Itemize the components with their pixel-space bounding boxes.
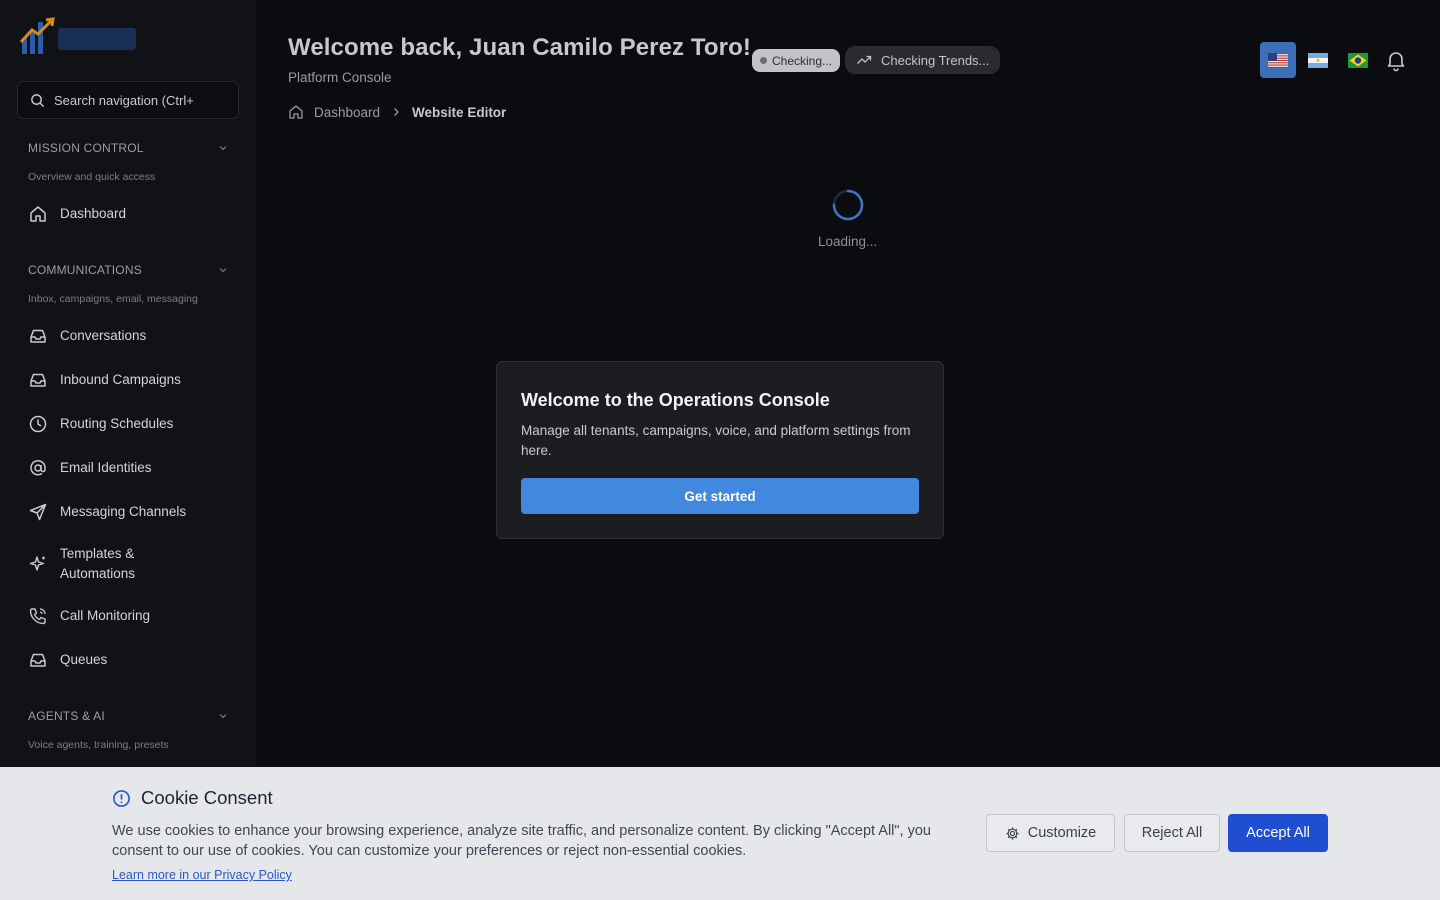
page-title: Welcome back, Juan Camilo Perez Toro!	[288, 34, 751, 61]
send-icon	[29, 503, 47, 521]
chevron-down-icon	[219, 146, 227, 151]
cookie-consent-banner: Cookie Consent We use cookies to enhance…	[0, 767, 1440, 900]
privacy-policy-link[interactable]: Learn more in our Privacy Policy	[112, 868, 292, 882]
sidebar-item-email-identities[interactable]: Email Identities	[28, 458, 238, 478]
status-badge-label: Checking...	[772, 53, 833, 68]
inbox-icon	[30, 373, 46, 387]
trends-badge-label: Checking Trends...	[881, 52, 990, 68]
sidebar-item-label: Inbound Campaigns	[60, 372, 181, 387]
brand-logo-icon[interactable]	[18, 16, 140, 60]
sidebar-item-label: Conversations	[60, 328, 147, 343]
section-header-mission-control[interactable]: MISSION CONTROL	[28, 141, 228, 155]
chevron-right-icon	[394, 108, 399, 116]
welcome-modal: Welcome to the Operations Console Manage…	[496, 361, 944, 539]
status-badge: Checking...	[752, 49, 841, 72]
argentina-flag-icon	[1308, 52, 1328, 68]
reject-all-button[interactable]: Reject All	[1124, 814, 1220, 852]
home-icon[interactable]	[288, 104, 304, 120]
sidebar-item-label: Queues	[60, 652, 108, 667]
breadcrumb: Dashboard Website Editor	[288, 104, 506, 120]
customize-button[interactable]: Customize	[986, 814, 1115, 852]
modal-title: Welcome to the Operations Console	[521, 390, 830, 410]
home-icon	[30, 206, 46, 222]
sidebar-item-templates-automations[interactable]: Templates & Automations	[28, 544, 238, 584]
section-subtitle: Voice agents, training, presets	[28, 739, 169, 751]
us-flag-icon	[1268, 52, 1288, 68]
sparkles-icon	[29, 556, 45, 571]
sidebar-item-label: Templates & Automations	[60, 546, 136, 581]
search-icon	[31, 93, 45, 107]
gear-icon	[1006, 826, 1019, 840]
cookie-text: We use cookies to enhance your browsing …	[112, 823, 931, 859]
trending-up-icon	[857, 55, 872, 64]
language-es-ar-button[interactable]	[1300, 42, 1336, 78]
sidebar-item-label: Routing Schedules	[60, 416, 174, 431]
sidebar: MISSION CONTROL Overview and quick acces…	[0, 0, 256, 900]
loading-text: Loading...	[818, 234, 878, 249]
loading-spinner-icon	[832, 189, 864, 221]
language-en-us-button[interactable]	[1260, 42, 1296, 78]
customize-button-label: Customize	[1027, 825, 1097, 841]
sidebar-item-dashboard[interactable]: Dashboard	[28, 204, 238, 224]
sidebar-item-label: Email Identities	[60, 460, 152, 475]
breadcrumb-current: Website Editor	[412, 104, 507, 120]
section-header-agents-ai[interactable]: AGENTS & AI	[28, 709, 228, 723]
sidebar-item-label: Dashboard	[60, 206, 127, 221]
sidebar-item-queues[interactable]: Queues	[28, 650, 238, 670]
section-title: COMMUNICATIONS	[28, 263, 142, 277]
section-title: MISSION CONTROL	[28, 141, 144, 155]
sidebar-item-inbound-campaigns[interactable]: Inbound Campaigns	[28, 370, 238, 390]
section-subtitle: Overview and quick access	[28, 171, 156, 183]
section-subtitle: Inbox, campaigns, email, messaging	[28, 293, 198, 305]
sidebar-item-routing-schedules[interactable]: Routing Schedules	[28, 414, 238, 434]
breadcrumb-dashboard-link[interactable]: Dashboard	[314, 105, 380, 120]
info-icon	[113, 789, 130, 807]
clock-icon	[29, 415, 47, 433]
sidebar-item-label: Call Monitoring	[60, 608, 151, 623]
inbox-icon	[30, 329, 46, 343]
page-subtitle: Platform Console	[288, 70, 392, 85]
sidebar-item-conversations[interactable]: Conversations	[28, 326, 238, 346]
cookie-title: Cookie Consent	[112, 787, 273, 809]
phone-call-icon	[29, 608, 46, 625]
cookie-title-label: Cookie Consent	[141, 787, 273, 808]
sidebar-item-call-monitoring[interactable]: Call Monitoring	[28, 606, 238, 626]
get-started-button[interactable]: Get started	[521, 478, 919, 514]
sidebar-item-label: Messaging Channels	[60, 504, 187, 519]
notification-bell-icon[interactable]	[1384, 48, 1408, 72]
section-title: AGENTS & AI	[28, 709, 105, 723]
search-input[interactable]	[54, 92, 224, 108]
language-pt-br-button[interactable]	[1340, 42, 1376, 78]
section-header-communications[interactable]: COMMUNICATIONS	[28, 263, 228, 277]
search-box[interactable]	[17, 81, 239, 119]
brazil-flag-icon	[1348, 52, 1368, 68]
inbox-icon	[30, 653, 46, 667]
trends-badge[interactable]: Checking Trends...	[845, 46, 1001, 74]
chevron-down-icon	[219, 268, 227, 273]
accept-all-button[interactable]: Accept All	[1228, 814, 1328, 852]
sidebar-item-messaging-channels[interactable]: Messaging Channels	[28, 502, 238, 522]
chevron-down-icon	[219, 714, 227, 719]
modal-body: Manage all tenants, campaigns, voice, an…	[521, 423, 911, 458]
at-sign-icon	[30, 460, 46, 476]
status-dot-icon	[760, 57, 767, 64]
